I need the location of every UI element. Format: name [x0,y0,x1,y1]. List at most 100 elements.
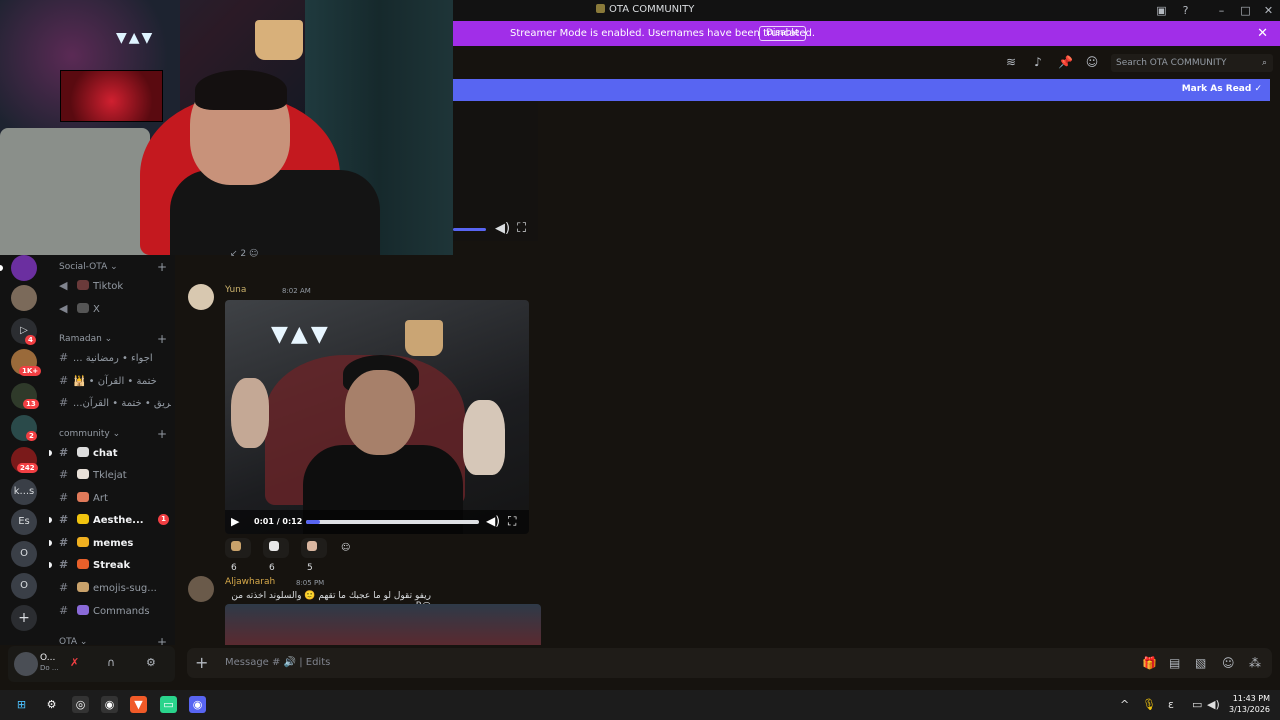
server-icon[interactable]: k...s [11,479,37,505]
network-icon[interactable]: ▭ [1192,698,1202,711]
channel-ramadan-3[interactable]: # ...فريق • ختمة • القرآن [59,393,171,412]
volume-tray-icon[interactable]: ◀) [1207,698,1220,711]
add-channel-icon[interactable]: + [157,332,167,346]
channel-ramadan-2[interactable]: # 🕌 • ختمة • القرآن [59,371,171,390]
close-banner-icon[interactable]: ✕ [1257,26,1268,41]
video-progress-fill [306,520,320,524]
add-server-button[interactable]: + [11,605,37,631]
upload-plus-icon[interactable]: + [195,653,208,672]
channel-commands[interactable]: # Commands [59,601,171,620]
play-icon[interactable]: ▶ [231,515,239,528]
message-composer[interactable]: + Message # 🔊 | Edits 🎁 ▤ ▧ ☺ ⁂ [187,648,1272,678]
apps-icon[interactable]: ⁂ [1249,656,1261,670]
app-icon[interactable]: ◉ [101,696,118,713]
message-author[interactable]: Yuna [225,285,246,295]
minimize-button[interactable]: – [1214,3,1229,18]
channel-emojis-suggestions[interactable]: # emojis-sug... [59,578,171,597]
server-icon[interactable]: O [11,541,37,567]
fullscreen-icon[interactable]: ⛶ [517,221,526,236]
message-timestamp: 8:02 AM [282,287,311,295]
channel-label: ... اجواء • رمضانية [73,353,153,364]
avatar[interactable] [188,284,214,310]
start-windows-icon[interactable]: ⊞ [13,696,30,713]
channel-x[interactable]: ◀ X [59,299,171,318]
microphone-icon[interactable]: 🎙 [1142,698,1156,711]
channel-tiktok[interactable]: ◀ Tiktok [59,276,171,295]
add-channel-icon[interactable]: + [157,260,167,274]
server-icon[interactable] [11,255,37,281]
pinned-messages-icon[interactable]: 📌 [1058,55,1073,69]
robot-icon [77,605,89,615]
volume-icon[interactable]: ◀) [486,514,500,528]
reaction-pill[interactable]: 5 [301,538,327,573]
server-badge: 2 [26,431,37,441]
app-icon[interactable]: ◎ [72,696,89,713]
message-input[interactable]: Message # 🔊 | Edits [225,657,330,668]
channel-aesthetic[interactable]: # Aesthe... 1 [59,510,171,529]
add-reaction-icon[interactable]: ☺ [339,538,352,558]
inbox-icon[interactable]: ▣ [1154,3,1169,18]
search-input[interactable]: Search OTA COMMUNITY ⌕ [1111,54,1273,72]
channel-art[interactable]: # Art [59,488,171,507]
new-messages-bar[interactable]: Mark As Read ✓ [453,79,1270,101]
emoji-icon[interactable]: ☺ [1222,656,1235,670]
taskbar-clock[interactable]: 11:43 PM 3/13/2026 [1229,693,1270,715]
category-ramadan[interactable]: Ramadan ⌄ + [59,332,167,346]
gift-icon[interactable]: 🎁 [1142,656,1157,670]
close-window-button[interactable]: ✕ [1261,3,1276,18]
language-icon[interactable]: ε [1168,698,1174,711]
maximize-button[interactable]: □ [1238,3,1253,18]
add-channel-icon[interactable]: + [157,635,167,645]
server-badge: 242 [17,463,38,473]
mute-microphone-icon[interactable]: ✗ [70,656,79,669]
category-label: Ramadan [59,334,102,344]
announcement-icon: ◀ [59,279,68,292]
channel-emoji-icon [77,280,89,290]
discord-icon[interactable]: ◉ [189,696,206,713]
channel-emoji-icon [77,303,89,313]
brave-browser-icon[interactable]: ▼ [130,696,147,713]
reaction-pill[interactable]: 6 [263,538,289,573]
settings-icon[interactable]: ⚙ [43,696,60,713]
settings-gear-icon[interactable]: ⚙ [146,656,156,669]
show-hidden-icons[interactable]: ^ [1120,698,1129,711]
category-social[interactable]: Social-OTA ⌄ + [59,260,167,274]
threads-icon[interactable]: ≋ [1004,55,1018,69]
server-icon[interactable]: Es [11,509,37,535]
sticker-icon[interactable]: ▧ [1195,656,1206,670]
server-icon[interactable]: O [11,573,37,599]
video-attachment[interactable]: ▼▲▼ ▶ 0:01 / 0:12 ◀) ⛶ [225,300,529,534]
category-ota[interactable]: OTA ⌄ + [59,635,167,645]
fullscreen-icon[interactable]: ⛶ [508,514,516,529]
app-icon[interactable]: ▭ [160,696,177,713]
message-placeholder: Message # [225,657,281,668]
add-channel-icon[interactable]: + [157,427,167,441]
notifications-muted-icon[interactable]: ♪ [1031,55,1045,69]
reaction-pill[interactable]: 6 [225,538,251,573]
avatar[interactable] [14,652,38,676]
channel-label: 🕌 • ختمة • القرآن [73,376,157,387]
volume-icon[interactable]: ◀) [495,221,510,236]
headphones-icon[interactable]: ∩ [107,656,115,669]
previous-reactions[interactable]: ↙ 2 ☺ [230,249,258,259]
channel-label: chat [93,448,118,459]
message-author[interactable]: Aljawharah [225,577,275,587]
help-icon[interactable]: ? [1178,3,1193,18]
hashtag-icon: # [59,396,69,409]
video-progress-bar[interactable] [453,228,486,231]
mark-as-read-button[interactable]: Mark As Read ✓ [1182,84,1262,94]
member-list-icon[interactable]: ☺ [1085,55,1099,69]
server-icon[interactable] [11,285,37,311]
channel-streak[interactable]: # Streak [59,555,171,574]
channel-chat[interactable]: # chat [59,443,171,462]
channel-ramadan-1[interactable]: # ... اجواء • رمضانية [59,348,171,367]
gif-icon[interactable]: ▤ [1169,656,1180,670]
category-community[interactable]: community ⌄ + [59,427,167,441]
hashtag-icon: # [59,604,69,617]
channel-tklejat[interactable]: # Tklejat [59,465,171,484]
avatar[interactable] [188,576,214,602]
video-progress-bar[interactable] [306,520,479,524]
channel-memes[interactable]: # memes [59,533,171,552]
disable-streamer-mode-button[interactable]: Disable [759,26,807,41]
video-attachment[interactable] [225,604,541,645]
